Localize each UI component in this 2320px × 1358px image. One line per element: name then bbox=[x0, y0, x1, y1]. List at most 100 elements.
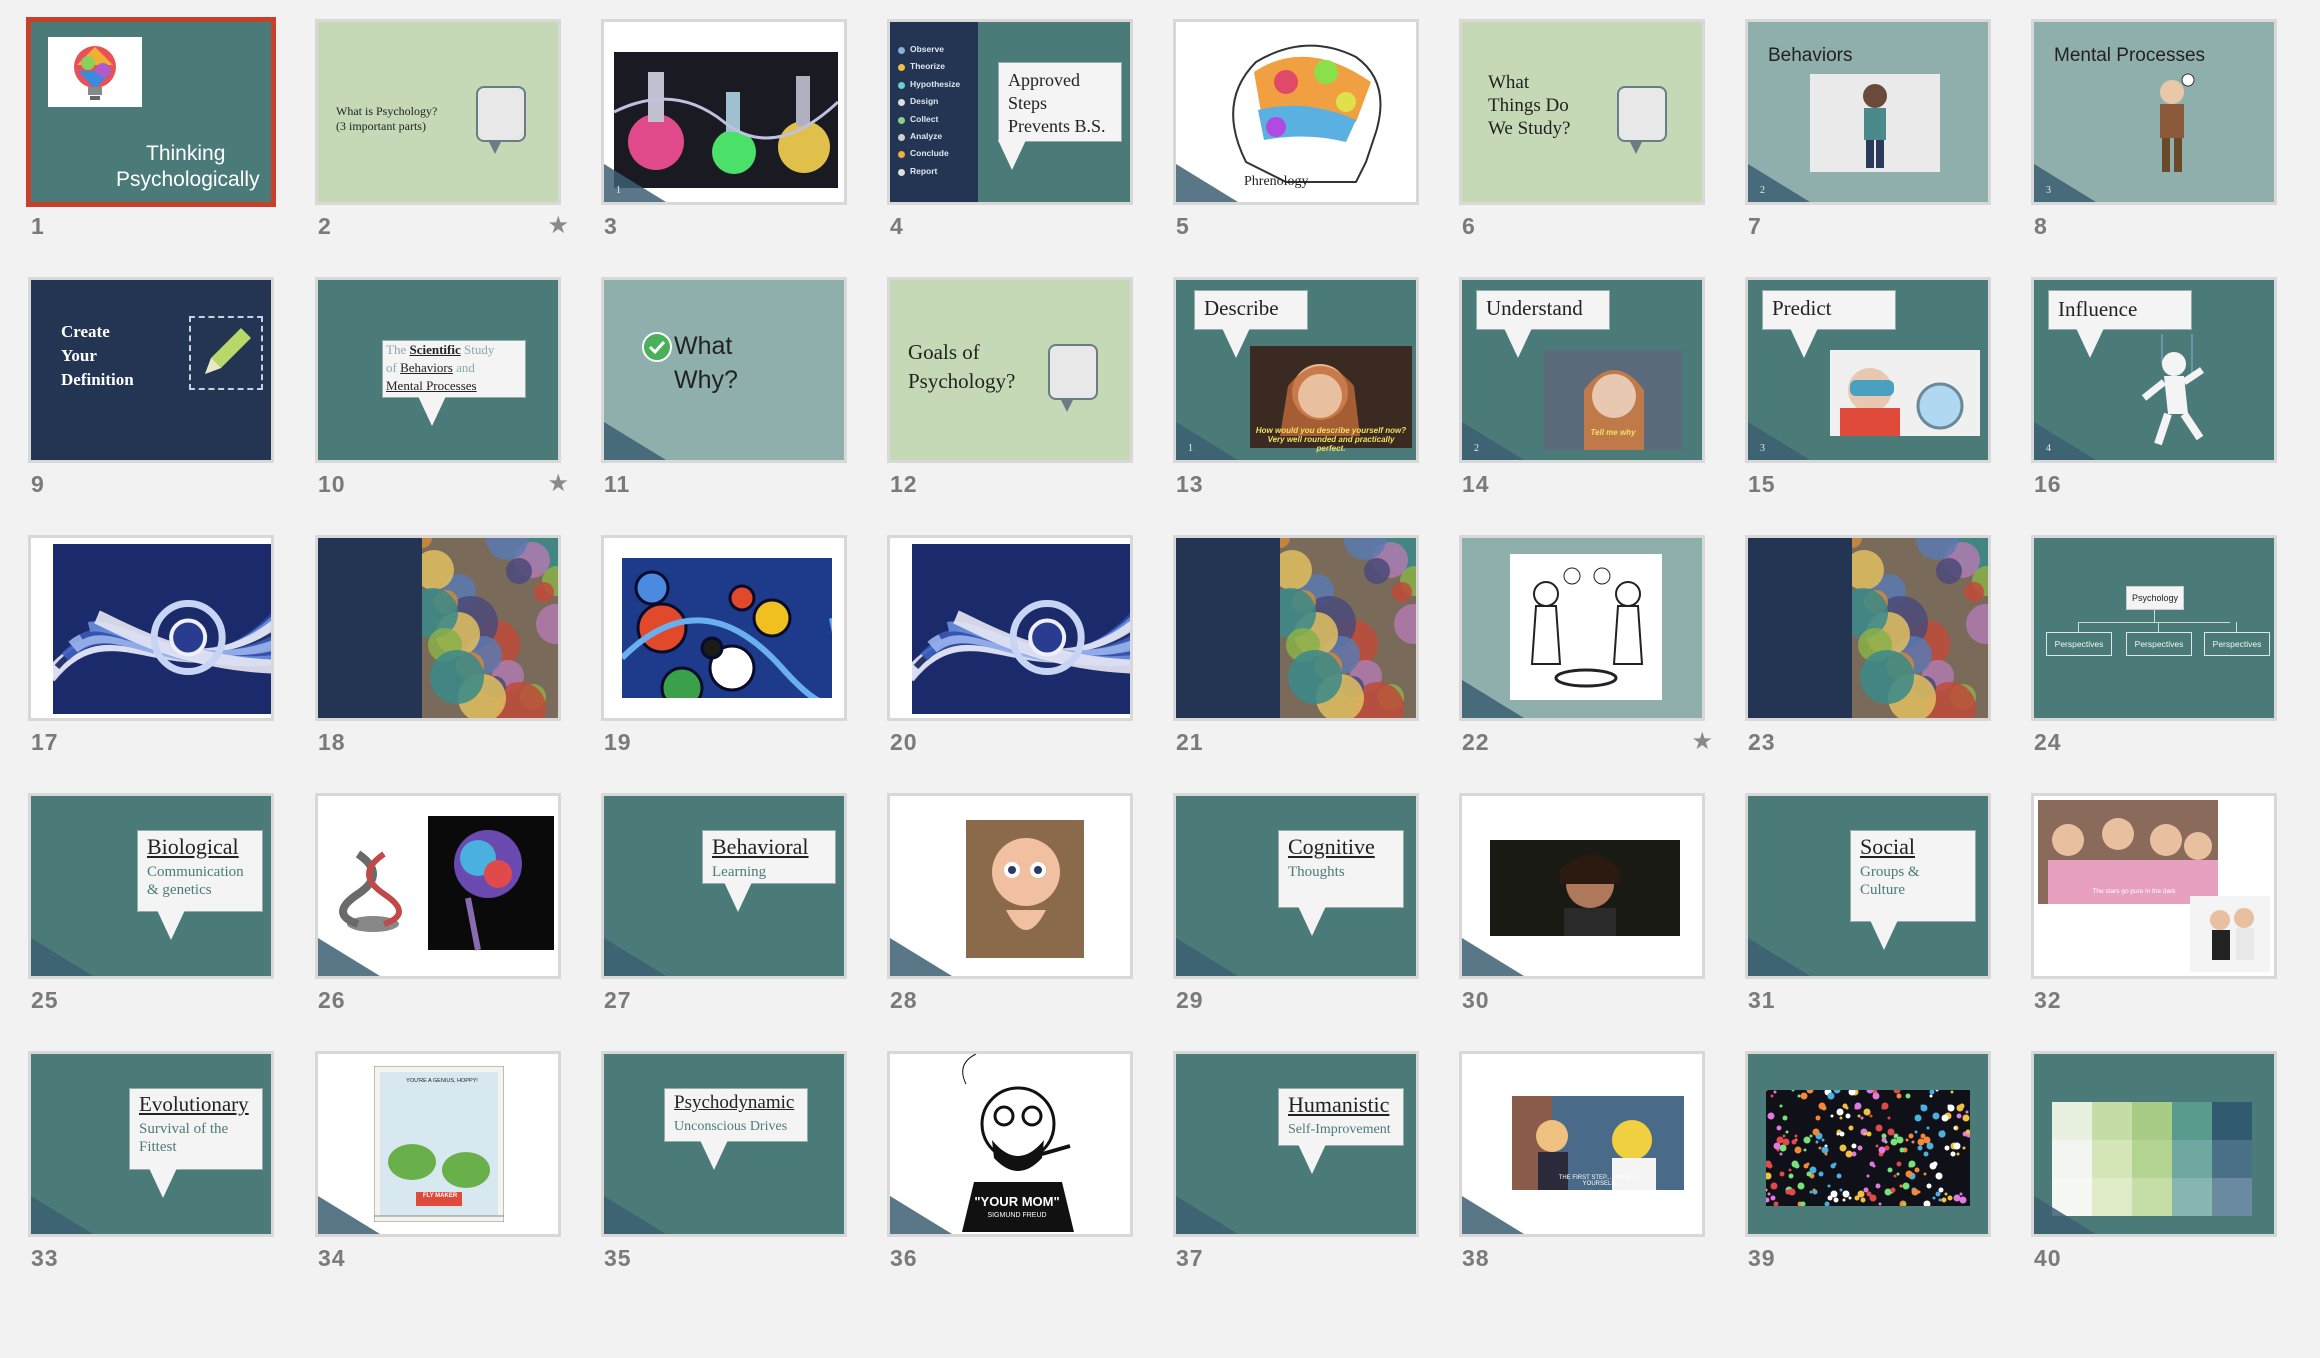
slide-preview[interactable] bbox=[601, 535, 847, 721]
slide-thumbnail-30[interactable]: 30 bbox=[1459, 793, 1707, 1031]
gif-caption: THE FIRST STEP... HIMSELF... YOURSELF... bbox=[1558, 1175, 1644, 1187]
slide-thumbnail-33[interactable]: Evolutionary Survival of the Fittest 33 bbox=[28, 1051, 276, 1289]
slide-preview[interactable] bbox=[1745, 1051, 1991, 1237]
slide-preview[interactable]: THE FIRST STEP... HIMSELF... YOURSELF... bbox=[1459, 1051, 1705, 1237]
slide-thumbnail-28[interactable]: 28 bbox=[887, 793, 1135, 1031]
slide-number: 30 bbox=[1462, 987, 1490, 1013]
slide-thumbnail-36[interactable]: "YOUR MOM" SIGMUND FREUD 36 bbox=[887, 1051, 1135, 1289]
slide-preview[interactable] bbox=[1173, 535, 1419, 721]
slide-thumbnail-29[interactable]: Cognitive Thoughts 29 bbox=[1173, 793, 1421, 1031]
slide-thumbnail-18[interactable]: 18 bbox=[315, 535, 563, 773]
slide-preview[interactable]: "YOUR MOM" SIGMUND FREUD bbox=[887, 1051, 1133, 1237]
slide-thumbnail-13[interactable]: Describe How would you describe yourself … bbox=[1173, 277, 1421, 515]
slide-preview[interactable]: Psychodynamic Unconscious Drives bbox=[601, 1051, 847, 1237]
slide-thumbnail-16[interactable]: Influence 4 16 bbox=[2031, 277, 2279, 515]
slide-thumbnail-3[interactable]: 13 bbox=[601, 19, 849, 257]
slide-preview[interactable]: Phrenology bbox=[1173, 19, 1419, 205]
slide-preview[interactable] bbox=[1459, 535, 1705, 721]
slide-preview[interactable]: What is Psychology? (3 important parts) bbox=[315, 19, 561, 205]
slide-preview[interactable]: Biological Communication & genetics bbox=[28, 793, 274, 979]
slide-thumbnail-21[interactable]: 21 bbox=[1173, 535, 1421, 773]
speech-callout-tail bbox=[1298, 906, 1326, 936]
slide-thumbnail-37[interactable]: Humanistic Self-Improvement 37 bbox=[1173, 1051, 1421, 1289]
slide-thumbnail-11[interactable]: What Why? 11 bbox=[601, 277, 849, 515]
slide-number: 32 bbox=[2034, 987, 2062, 1013]
slide-thumbnail-4[interactable]: Observe Theorize Hypothesize Design Collect A… bbox=[887, 19, 1135, 257]
slide-preview[interactable] bbox=[315, 793, 561, 979]
slide-thumbnail-31[interactable]: Social Groups & Culture 31 bbox=[1745, 793, 1993, 1031]
slide-thumbnail-19[interactable]: 19 bbox=[601, 535, 849, 773]
slide-preview[interactable]: Thinking Psychologically bbox=[26, 17, 276, 207]
slide-thumbnail-8[interactable]: Mental Processes 3 8 bbox=[2031, 19, 2279, 257]
slide-thumbnail-26[interactable]: 26 bbox=[315, 793, 563, 1031]
slide-preview[interactable] bbox=[1745, 535, 1991, 721]
slide-preview[interactable]: Humanistic Self-Improvement bbox=[1173, 1051, 1419, 1237]
slide-thumbnail-35[interactable]: Psychodynamic Unconscious Drives 35 bbox=[601, 1051, 849, 1289]
slide-preview[interactable]: The stars go pure in the dark bbox=[2031, 793, 2277, 979]
org-chart-connector bbox=[2154, 608, 2155, 622]
slide-number: 1 bbox=[31, 213, 45, 239]
slide-thumbnail-25[interactable]: Biological Communication & genetics 25 bbox=[28, 793, 276, 1031]
slide-thumbnail-12[interactable]: Goals of Psychology? 12 bbox=[887, 277, 1135, 515]
slide-preview[interactable]: Observe Theorize Hypothesize Design Collect A… bbox=[887, 19, 1133, 205]
slide-preview[interactable]: What Things Do We Study? bbox=[1459, 19, 1705, 205]
slide-preview[interactable]: Mental Processes 3 bbox=[2031, 19, 2277, 205]
slide-thumbnail-34[interactable]: YOU'RE A GENIUS, HOPPY! FLY MAKER 34 bbox=[315, 1051, 563, 1289]
slide-preview[interactable] bbox=[887, 793, 1133, 979]
slide-preview[interactable]: Goals of Psychology? bbox=[887, 277, 1133, 463]
slide-preview[interactable] bbox=[2031, 1051, 2277, 1237]
slide-thumbnail-6[interactable]: What Things Do We Study? 6 bbox=[1459, 19, 1707, 257]
slide-thumbnail-1[interactable]: Thinking Psychologically 1 bbox=[26, 17, 276, 257]
slide-number: 28 bbox=[890, 987, 918, 1013]
palette-swatch bbox=[2172, 1102, 2212, 1140]
slide-thumbnail-15[interactable]: Predict 3 15 bbox=[1745, 277, 1993, 515]
slide-thumbnail-23[interactable]: 23 bbox=[1745, 535, 1993, 773]
slide-thumbnail-39[interactable]: 39 bbox=[1745, 1051, 1993, 1289]
slide-thumbnail-9[interactable]: Create Your Definition 9 bbox=[28, 277, 276, 515]
definition-word: Study bbox=[460, 342, 495, 357]
slide-preview[interactable]: Create Your Definition bbox=[28, 277, 274, 463]
slide-thumbnail-7[interactable]: Behaviors 2 7 bbox=[1745, 19, 1993, 257]
slide-thumbnail-24[interactable]: Psychology Perspectives Perspectives Perspe… bbox=[2031, 535, 2279, 773]
slide-preview[interactable]: Describe How would you describe yourself … bbox=[1173, 277, 1419, 463]
callout-text-line: Steps bbox=[1008, 93, 1048, 113]
slide-preview[interactable]: Cognitive Thoughts bbox=[1173, 793, 1419, 979]
definition-keyword: Behaviors bbox=[400, 360, 453, 375]
slide-preview[interactable]: Predict 3 bbox=[1745, 277, 1991, 463]
slide-preview[interactable] bbox=[1459, 793, 1705, 979]
slide-number: 31 bbox=[1748, 987, 1776, 1013]
slide-preview[interactable]: YOU'RE A GENIUS, HOPPY! FLY MAKER bbox=[315, 1051, 561, 1237]
slide-preview[interactable]: Behaviors 2 bbox=[1745, 19, 1991, 205]
slide-thumbnail-10[interactable]: The Scientific Study of Behaviors and Ment… bbox=[315, 277, 569, 515]
slide-thumbnail-38[interactable]: THE FIRST STEP... HIMSELF... YOURSELF...… bbox=[1459, 1051, 1707, 1289]
slide-preview[interactable]: What Why? bbox=[601, 277, 847, 463]
slide-text-line: What bbox=[674, 332, 733, 360]
slide-thumbnail-32[interactable]: The stars go pure in the dark 32 bbox=[2031, 793, 2279, 1031]
slide-preview[interactable]: 1 bbox=[601, 19, 847, 205]
slide-thumbnail-27[interactable]: Behavioral Learning 27 bbox=[601, 793, 849, 1031]
corner-slide-number: 3 bbox=[2046, 185, 2051, 196]
slide-preview[interactable]: Behavioral Learning bbox=[601, 793, 847, 979]
slide-preview[interactable]: The Scientific Study of Behaviors and Ment… bbox=[315, 277, 561, 463]
slide-thumbnail-17[interactable]: 17 bbox=[28, 535, 276, 773]
slide-preview[interactable]: Psychology Perspectives Perspectives Perspe… bbox=[2031, 535, 2277, 721]
slide-number: 24 bbox=[2034, 729, 2062, 755]
slide-preview[interactable]: Evolutionary Survival of the Fittest bbox=[28, 1051, 274, 1237]
slide-thumbnail-5[interactable]: Phrenology 5 bbox=[1173, 19, 1421, 257]
slide-preview[interactable]: Social Groups & Culture bbox=[1745, 793, 1991, 979]
slide-thumbnail-2[interactable]: What is Psychology? (3 important parts) 2 ★ bbox=[315, 19, 569, 257]
slide-thumbnail-14[interactable]: Understand Tell me why 2 14 bbox=[1459, 277, 1707, 515]
org-chart-node: Perspectives bbox=[2046, 632, 2112, 656]
slide-preview[interactable] bbox=[28, 535, 274, 721]
slide-preview[interactable] bbox=[887, 535, 1133, 721]
corner-accent bbox=[1748, 938, 1810, 976]
slide-thumbnail-40[interactable]: 40 bbox=[2031, 1051, 2279, 1289]
slide-preview[interactable]: Understand Tell me why 2 bbox=[1459, 277, 1705, 463]
slide-preview[interactable]: Influence 4 bbox=[2031, 277, 2277, 463]
slide-thumbnail-20[interactable]: 20 bbox=[887, 535, 1135, 773]
slide-preview[interactable] bbox=[315, 535, 561, 721]
slide-sorter-grid: Thinking Psychologically 1 What is Psycholo… bbox=[0, 0, 2320, 1358]
slide-thumbnail-22[interactable]: 22 ★ bbox=[1459, 535, 1713, 773]
slide-text-line: Goals of bbox=[908, 340, 980, 364]
slide-title-line: Psychologically bbox=[116, 168, 260, 191]
